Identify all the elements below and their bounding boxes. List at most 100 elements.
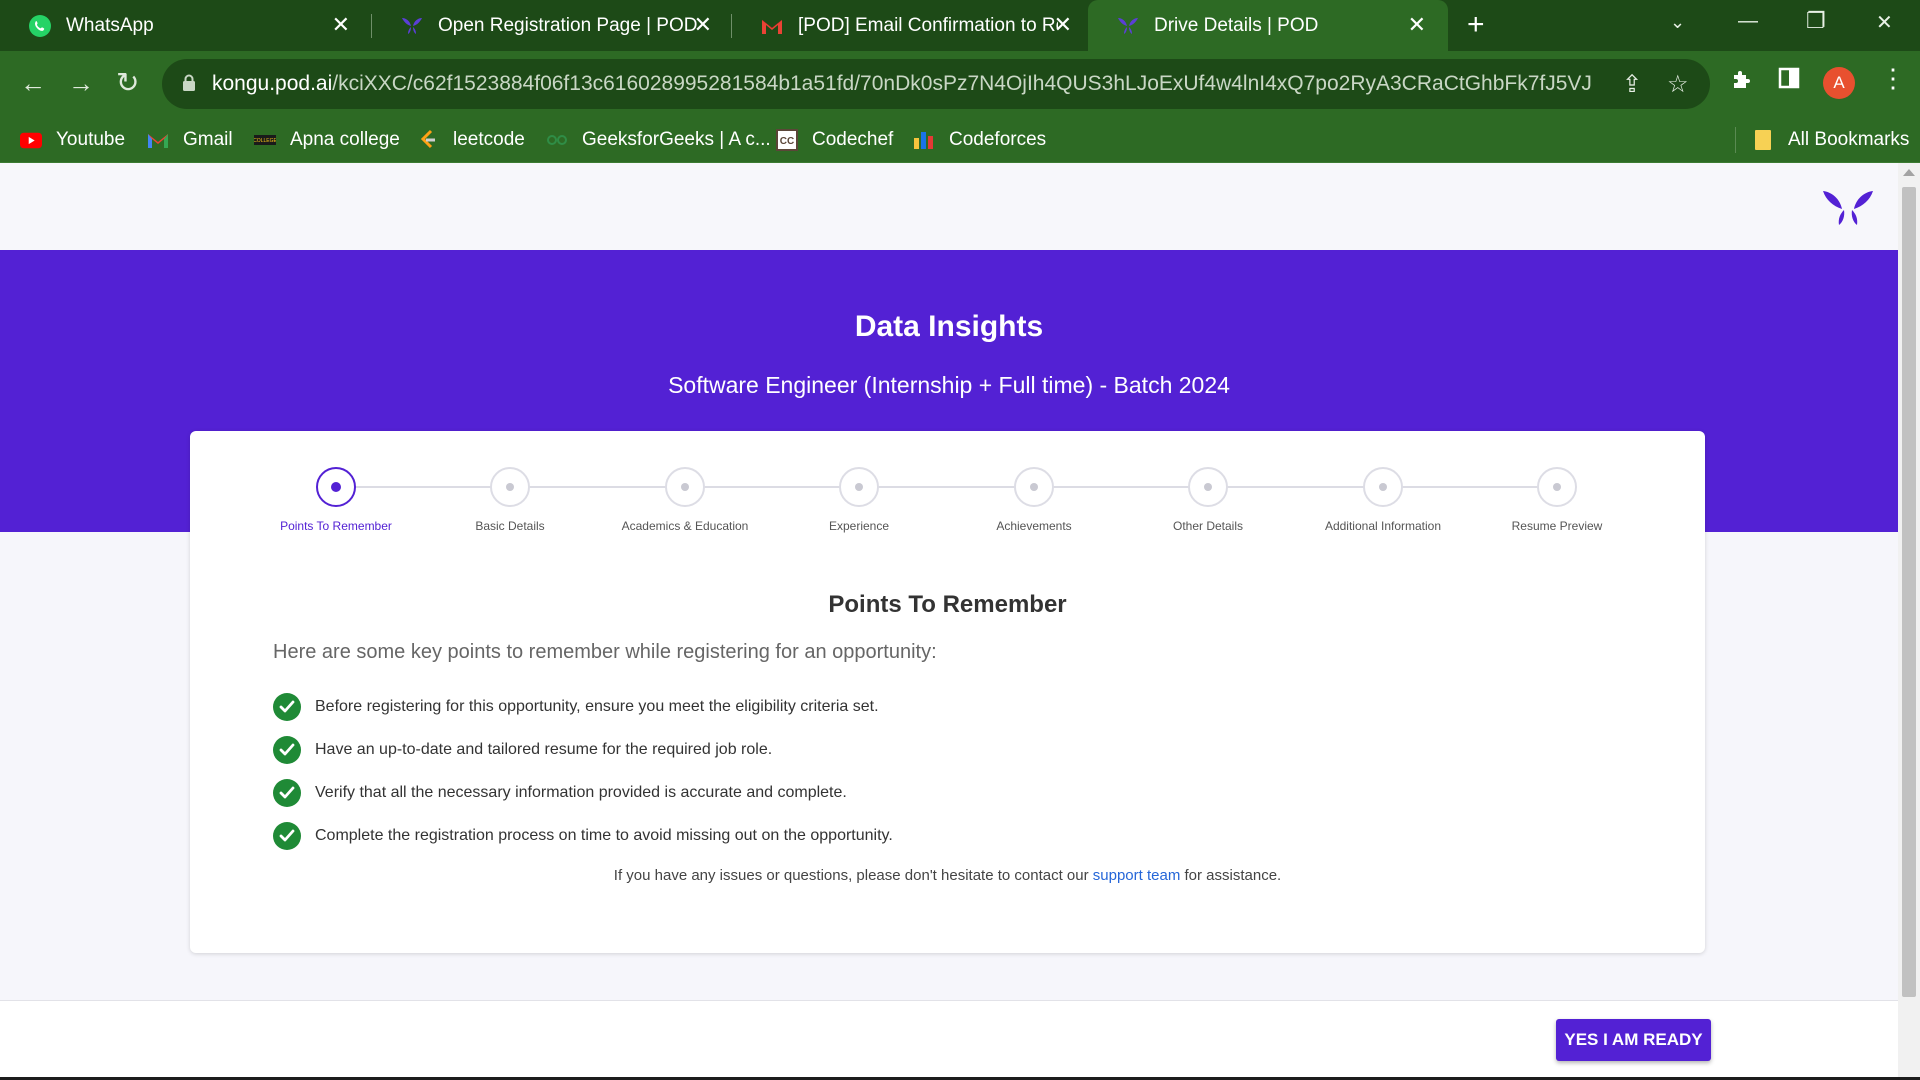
all-bookmarks-label: All Bookmarks [1788, 129, 1910, 150]
step-achievements[interactable]: Achievements [944, 467, 1124, 533]
contact-prefix: If you have any issues or questions, ple… [613, 867, 1093, 884]
codechef-icon: CC [776, 129, 798, 151]
svg-text:COLLEGE: COLLEGE [254, 138, 276, 144]
tab-title: [POD] Email Confirmation to Reg [798, 14, 1058, 36]
check-circle-icon [273, 778, 301, 807]
contact-note: If you have any issues or questions, ple… [190, 867, 1705, 884]
tab-drive-details[interactable]: Drive Details | POD ✕ [1088, 0, 1448, 51]
point-text: Have an up-to-date and tailored resume f… [315, 740, 773, 758]
step-academics-education[interactable]: Academics & Education [595, 467, 775, 533]
registration-card: Points To Remember Basic Details Academi… [190, 431, 1705, 953]
step-label: Additional Information [1324, 519, 1442, 533]
pod-icon [400, 14, 424, 38]
url-host: kongu.pod.ai [212, 72, 333, 95]
step-other-details[interactable]: Other Details [1118, 467, 1298, 533]
close-tab-icon[interactable]: ✕ [332, 13, 350, 37]
extensions-icon[interactable] [1730, 67, 1754, 98]
role-subtitle: Software Engineer (Internship + Full tim… [668, 372, 1230, 398]
url-path: /kciXXC/c62f1523884f06f13c61602899528158… [332, 72, 1592, 95]
point-text: Before registering for this opportunity,… [315, 697, 879, 715]
step-additional-information[interactable]: Additional Information [1293, 467, 1473, 533]
check-circle-icon [273, 735, 301, 764]
minimize-icon[interactable]: — [1738, 10, 1758, 33]
apna-college-icon: COLLEGE [254, 130, 276, 150]
pod-icon [1116, 14, 1140, 38]
codeforces-icon [913, 130, 935, 150]
bookmarks-divider [1735, 127, 1736, 153]
step-resume-preview[interactable]: Resume Preview [1467, 467, 1647, 533]
point-text: Verify that all the necessary informatio… [315, 783, 847, 801]
section-intro: Here are some key points to remember whi… [273, 641, 937, 663]
bookmark-label: Youtube [56, 129, 126, 150]
bookmark-label: leetcode [453, 129, 525, 150]
step-label: Resume Preview [1511, 519, 1603, 533]
bookmark-label: Apna college [290, 129, 400, 150]
whatsapp-icon [28, 14, 52, 38]
back-icon[interactable]: ← [20, 69, 46, 97]
step-basic-details[interactable]: Basic Details [420, 467, 600, 533]
page-scrollbar[interactable] [1898, 163, 1920, 1080]
support-team-link[interactable]: support team [1093, 867, 1181, 884]
step-points-to-remember[interactable]: Points To Remember [246, 467, 426, 533]
menu-icon[interactable]: ⋮ [1880, 63, 1906, 94]
all-bookmarks[interactable]: All Bookmarks [1752, 125, 1909, 155]
gmail-icon [147, 130, 169, 150]
step-label: Experience [828, 519, 890, 533]
side-panel-icon[interactable] [1778, 67, 1800, 96]
share-icon[interactable]: ⇪ [1622, 70, 1642, 99]
folder-icon [1752, 130, 1774, 150]
bookmark-geeksforgeeks[interactable]: GeeksforGeeks | A c... [546, 125, 771, 155]
yes-i-am-ready-button[interactable]: YES I AM READY [1556, 1019, 1711, 1061]
tab-strip: WhatsApp ✕ Open Registration Page | POD … [0, 0, 1920, 51]
reload-icon[interactable]: ↻ [116, 69, 139, 97]
step-indicator [1188, 467, 1228, 507]
profile-avatar[interactable]: A [1823, 67, 1855, 99]
gmail-icon [760, 14, 784, 38]
leetcode-icon [417, 129, 439, 150]
bookmark-codeforces[interactable]: Codeforces [913, 125, 1046, 155]
check-circle-icon [273, 821, 301, 850]
tab-title: Open Registration Page | POD [438, 14, 698, 36]
lock-icon[interactable] [182, 74, 196, 92]
step-indicator [490, 467, 530, 507]
check-circle-icon [273, 692, 301, 721]
bookmark-youtube[interactable]: Youtube [20, 125, 125, 155]
step-indicator [839, 467, 879, 507]
list-item: Have an up-to-date and tailored resume f… [273, 728, 893, 771]
bookmark-apna-college[interactable]: COLLEGE Apna college [254, 125, 400, 155]
bookmark-label: Codeforces [949, 129, 1047, 150]
bookmark-star-icon[interactable]: ☆ [1667, 70, 1689, 99]
list-item: Before registering for this opportunity,… [273, 685, 893, 728]
point-text: Complete the registration process on tim… [315, 826, 893, 844]
close-tab-icon[interactable]: ✕ [1408, 13, 1426, 37]
scrollbar-thumb[interactable] [1902, 187, 1916, 997]
tab-title: Drive Details | POD [1154, 14, 1319, 36]
step-indicator [1014, 467, 1054, 507]
step-indicator [316, 467, 356, 507]
new-tab-icon[interactable]: + [1467, 10, 1485, 40]
pod-logo-icon[interactable] [1821, 188, 1875, 231]
bookmark-codechef[interactable]: CC Codechef [776, 125, 893, 155]
tab-whatsapp[interactable]: WhatsApp ✕ [0, 0, 370, 51]
bookmark-gmail[interactable]: Gmail [147, 125, 233, 155]
tab-title: WhatsApp [66, 14, 154, 36]
tab-search-chevron-icon[interactable]: ⌄ [1670, 12, 1685, 33]
bookmark-leetcode[interactable]: leetcode [417, 125, 525, 155]
restore-icon[interactable]: ❐ [1806, 8, 1826, 34]
toolbar: ← → ↻ kongu.pod.ai/kciXXC/c62f1523884f06… [0, 51, 1920, 117]
address-bar[interactable]: kongu.pod.ai/kciXXC/c62f1523884f06f13c61… [162, 59, 1710, 109]
step-experience[interactable]: Experience [769, 467, 949, 533]
tab-email-confirmation[interactable]: [POD] Email Confirmation to Reg ✕ [732, 0, 1086, 51]
close-tab-icon[interactable]: ✕ [1054, 13, 1072, 37]
step-indicator [665, 467, 705, 507]
forward-icon[interactable]: → [68, 69, 94, 97]
tab-open-registration[interactable]: Open Registration Page | POD ✕ [372, 0, 732, 51]
close-tab-icon[interactable]: ✕ [694, 13, 712, 37]
youtube-icon [20, 130, 42, 150]
step-label: Basic Details [475, 519, 545, 533]
bookmark-label: Codechef [812, 129, 894, 150]
window-close-icon[interactable]: ✕ [1876, 10, 1893, 35]
gfg-icon [546, 130, 568, 150]
step-indicator [1537, 467, 1577, 507]
scroll-up-arrow-icon[interactable] [1903, 169, 1915, 176]
